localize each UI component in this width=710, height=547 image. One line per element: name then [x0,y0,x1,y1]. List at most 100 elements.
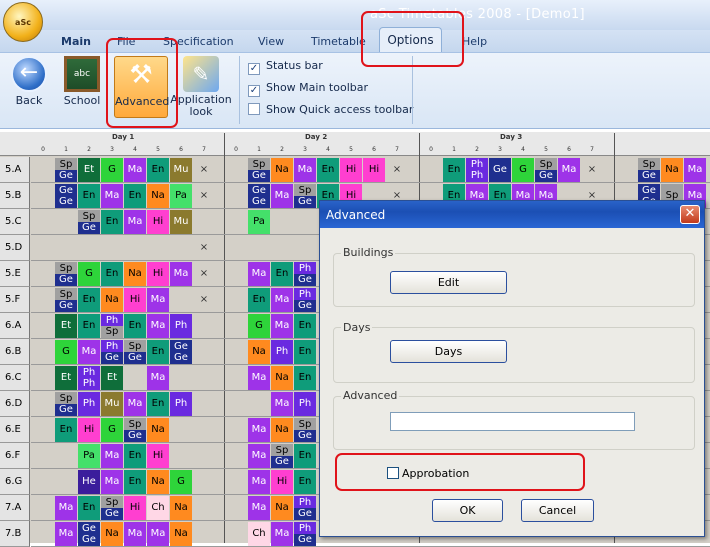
lesson-cell: Hi [147,444,169,468]
lesson-cell: Ma [271,392,293,416]
class-row-label: 5.B [0,183,30,209]
lesson-cell: Na [147,184,169,208]
period-header: 7 [202,146,206,153]
tab-help[interactable]: Help [462,32,487,52]
period-header: 0 [234,146,238,153]
lesson-cell: Pa [170,184,192,208]
class-row-label: 6.C [0,365,30,391]
period-header: 1 [64,146,68,153]
tab-main[interactable]: Main [61,32,91,52]
class-row-label: 6.D [0,391,30,417]
lesson-cell: Ph [170,314,192,338]
lesson-cell: Et [55,366,77,390]
class-row-label: 6.A [0,313,30,339]
x-mark-icon: × [199,268,209,279]
cancel-button[interactable]: Cancel [521,499,594,522]
lesson-cell: Ma [248,366,270,390]
tab-view[interactable]: View [258,32,284,52]
class-row-label: 6.E [0,417,30,443]
lesson-cell: Ma [124,522,146,546]
lesson-cell: En [294,366,316,390]
dialog-title: Advanced [320,201,704,228]
lesson-cell: Na [271,496,293,520]
lesson-cell: Ma [271,314,293,338]
lesson-cell: Na [170,522,192,546]
lesson-cell: Na [271,158,293,182]
lesson-cell-split: Sp Ge [124,418,146,442]
status-bar-checkbox[interactable]: ✓ Status bar [248,59,323,75]
application-look-button[interactable]: ✎ Application look [170,56,232,118]
school-button-label: School [63,94,101,107]
lesson-cell: Ma [248,418,270,442]
lesson-cell-split: Sp Ge [78,210,100,234]
lesson-cell: Ma [248,444,270,468]
period-header: 6 [372,146,376,153]
lesson-cell: En [294,314,316,338]
x-mark-icon: × [199,294,209,305]
lesson-cell: Et [78,158,100,182]
lesson-cell-split: Ph Ge [294,496,316,520]
x-mark-icon: × [199,242,209,253]
lesson-cell: Na [661,158,683,182]
lesson-cell: Hi [147,262,169,286]
lesson-cell: Ma [55,522,77,546]
lesson-cell: Ma [271,184,293,208]
buildings-label: Buildings [341,246,396,259]
lesson-cell-split: Ph Ge [294,522,316,546]
days-button[interactable]: Days [390,340,507,363]
day-header: Day 3 [500,133,523,141]
advanced-input[interactable] [390,412,635,431]
lesson-cell: Na [101,522,123,546]
lesson-cell-split: GeGe [170,340,192,364]
lesson-cell-split: GeGe [78,522,100,546]
x-mark-icon: × [199,190,209,201]
lesson-cell: En [443,158,465,182]
lesson-cell-split: Ph Ph [78,366,100,390]
tab-timetable[interactable]: Timetable [311,32,366,52]
lesson-cell: Ma [170,262,192,286]
class-row-label: 5.E [0,261,30,287]
lesson-cell: En [78,184,100,208]
lesson-cell: Ma [101,470,123,494]
lesson-cell: Na [271,418,293,442]
lesson-cell-split: Sp Ge [55,392,77,416]
lesson-cell: Ph [294,392,316,416]
edit-buildings-button[interactable]: Edit [390,271,507,294]
highlight-advanced-button [106,38,178,128]
app-menu-button[interactable]: aSc [3,2,43,42]
close-icon[interactable]: ✕ [680,205,700,224]
show-quick-access-checkbox[interactable]: Show Quick access toolbar [248,103,413,116]
checkbox-unchecked-icon [248,103,260,115]
x-mark-icon: × [392,164,402,175]
lesson-cell: Ph [78,392,100,416]
lesson-cell: Ma [124,210,146,234]
lesson-cell: Hi [340,158,362,182]
lesson-cell-split: Ph Ge [101,340,123,364]
lesson-cell: Na [124,262,146,286]
x-mark-icon: × [199,164,209,175]
application-look-label: Application look [170,93,232,118]
period-header: 2 [475,146,479,153]
days-label: Days [341,321,373,334]
lesson-cell: Na [147,418,169,442]
lesson-cell: He [78,470,100,494]
show-main-toolbar-label: Show Main toolbar [266,81,369,94]
lesson-cell: G [512,158,534,182]
chalkboard-icon: abc [64,56,100,92]
show-main-toolbar-checkbox[interactable]: ✓ Show Main toolbar [248,81,368,97]
title-bar: aSc Timetables 2008 - [Demo1] [0,0,710,30]
lesson-cell-split: Sp Ge [55,288,77,312]
lesson-cell-split: Sp Ge [101,496,123,520]
ok-button[interactable]: OK [432,499,503,522]
x-mark-icon: × [587,164,597,175]
lesson-cell: En [78,288,100,312]
bell-icon: aSc [15,17,31,27]
school-button[interactable]: abc School [60,56,104,107]
period-header: 2 [280,146,284,153]
lesson-cell: G [101,158,123,182]
lesson-cell-split: Sp Ge [55,158,77,182]
buildings-group [333,253,695,307]
back-button[interactable]: ← Back [8,56,50,107]
lesson-cell: Ma [147,522,169,546]
lesson-cell: En [317,158,339,182]
